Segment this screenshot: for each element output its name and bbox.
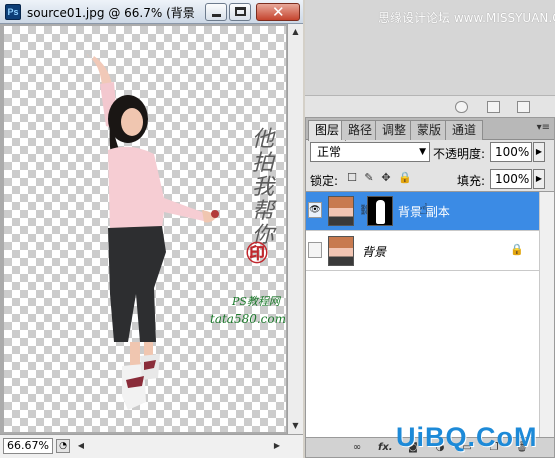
vertical-scrollbar[interactable]: ▲ ▼ xyxy=(287,24,303,434)
document-title: source01.jpg @ 66.7% (背景 xyxy=(27,6,195,20)
subject-figure xyxy=(86,53,219,410)
scroll-down-icon[interactable]: ▼ xyxy=(288,418,303,434)
layer-name[interactable]: 背景 xyxy=(362,243,386,260)
hand-cursor-icon: ☝ xyxy=(419,200,429,218)
watermark-url: tata580.com xyxy=(210,312,286,326)
layer-row-background-copy[interactable]: 👁 ⛓ 背景 副本 ☝ xyxy=(306,192,539,231)
opacity-field[interactable]: 100% xyxy=(490,142,532,162)
blend-mode-value: 正常 xyxy=(317,145,342,159)
scroll-right-icon[interactable]: ▶ xyxy=(270,439,284,453)
fill-field[interactable]: 100% xyxy=(490,169,532,189)
layer-mask-thumbnail[interactable] xyxy=(367,196,393,226)
circle-icon[interactable] xyxy=(455,101,468,113)
tab-paths[interactable]: 路径 xyxy=(341,120,380,140)
brand-watermark: UiBQ.CoM xyxy=(396,422,538,452)
close-icon: ✕ xyxy=(272,3,285,21)
close-button[interactable]: ✕ xyxy=(256,3,300,21)
lock-transparent-icon[interactable]: ☐ xyxy=(346,172,358,184)
chevron-down-icon: ▼ xyxy=(419,147,426,157)
tab-channels[interactable]: 通道 xyxy=(445,120,484,140)
upper-panel-footer xyxy=(305,95,555,117)
face xyxy=(121,108,143,136)
tab-adjustments[interactable]: 调整 xyxy=(375,120,414,140)
watermark-seal: ㊞ xyxy=(246,242,269,267)
opacity-slider-toggle[interactable]: ▶ xyxy=(533,142,545,162)
link-icon[interactable]: ∞ xyxy=(350,441,364,454)
watermark-calligraphy: 他拍我帮你 xyxy=(252,127,275,248)
watermark-caption: PS教程网 xyxy=(232,295,280,308)
document-window: Ps source01.jpg @ 66.7% (背景 ✕ 他拍我帮你 ㊞ PS… xyxy=(0,0,303,458)
tab-masks[interactable]: 蒙版 xyxy=(410,120,449,140)
scroll-up-icon[interactable]: ▲ xyxy=(288,24,303,40)
trash-icon[interactable] xyxy=(517,101,530,113)
eye-hidden-icon[interactable] xyxy=(308,242,322,258)
layer-thumbnail xyxy=(328,196,354,226)
zoom-field[interactable]: 66.67% xyxy=(3,438,53,454)
status-info-icon[interactable]: ◔ xyxy=(56,439,70,453)
layers-panel: 图层 路径 调整 蒙版 通道 ▾≡ 正常 ▼ 不透明度: 100% ▶ 锁定: … xyxy=(305,117,555,458)
fill-label: 填充: xyxy=(457,174,486,188)
image-canvas[interactable]: 他拍我帮你 ㊞ PS教程网 tata580.com xyxy=(4,26,286,432)
layers-scrollbar[interactable] xyxy=(539,192,554,438)
dark-pants xyxy=(108,226,166,342)
layer-row-background[interactable]: 背景 🔒 xyxy=(306,232,539,271)
scroll-left-icon[interactable]: ◀ xyxy=(74,439,88,453)
lock-label: 锁定: xyxy=(310,174,339,188)
maximize-icon xyxy=(235,7,246,16)
minimize-button[interactable] xyxy=(205,3,227,21)
opacity-label: 不透明度: xyxy=(433,147,486,161)
blend-mode-select[interactable]: 正常 ▼ xyxy=(310,142,430,162)
lock-move-icon[interactable]: ✥ xyxy=(380,172,392,184)
lock-brush-icon[interactable]: ✎ xyxy=(363,172,375,184)
maximize-button[interactable] xyxy=(229,3,251,21)
eye-icon[interactable]: 👁 xyxy=(308,202,322,218)
lock-icon: 🔒 xyxy=(510,243,524,256)
site-banner: 思缘设计论坛 www.MISSYUAN.COM xyxy=(378,11,555,25)
layer-thumbnail xyxy=(328,236,354,266)
panel-tabs: 图层 路径 调整 蒙版 通道 ▾≡ xyxy=(306,118,554,141)
pink-top xyxy=(108,146,208,232)
photoshop-app-icon: Ps xyxy=(5,4,21,20)
fill-slider-toggle[interactable]: ▶ xyxy=(533,169,545,189)
new-item-icon[interactable] xyxy=(487,101,500,113)
minimize-icon xyxy=(212,14,221,17)
lock-all-icon[interactable]: 🔒 xyxy=(398,172,412,184)
panel-menu-icon[interactable]: ▾≡ xyxy=(537,122,550,133)
status-bar: 66.67% ◔ ◀ ▶ xyxy=(0,434,303,458)
document-titlebar[interactable]: Ps source01.jpg @ 66.7% (背景 ✕ xyxy=(0,0,303,24)
fx-icon[interactable]: fx. xyxy=(378,441,393,454)
layers-list: 👁 ⛓ 背景 副本 ☝ 背景 🔒 xyxy=(306,191,554,438)
